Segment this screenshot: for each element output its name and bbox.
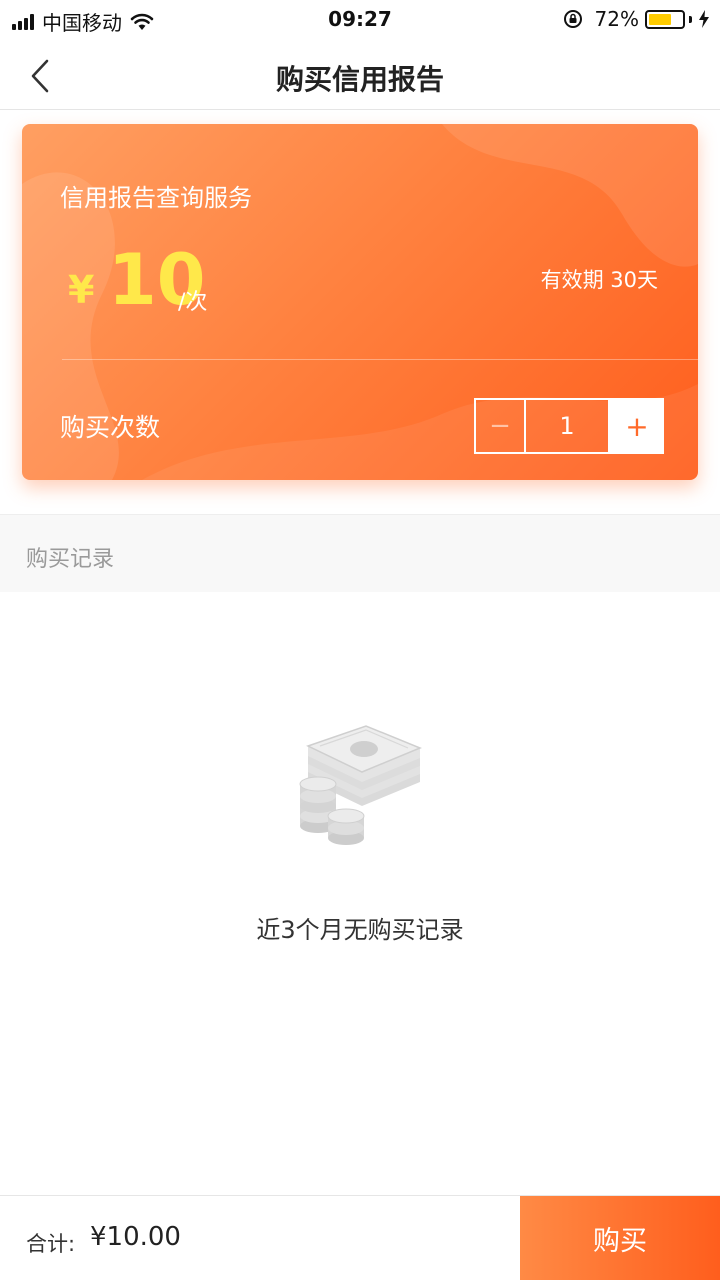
records-title: 购买记录 (26, 547, 115, 572)
service-name: 信用报告查询服务 (60, 184, 252, 212)
total-label: 合计: (26, 1232, 76, 1256)
credit-report-card: 信用报告查询服务 ¥ 10 /次 有效期 30天 购买次数 − 1 + (22, 124, 698, 480)
quantity-label: 购买次数 (60, 413, 161, 442)
validity-period: 有效期 30天 (540, 268, 658, 292)
card-divider (62, 359, 698, 360)
charging-bolt-icon (699, 10, 709, 28)
empty-records-text: 近3个月无购买记录 (256, 916, 464, 944)
screen: 中国移动 09:27 72% 购买信用报告 信用报告查询服务 ¥ 10 /次 有… (0, 0, 720, 1280)
price-unit: /次 (178, 290, 208, 315)
battery-icon (645, 9, 685, 29)
checkout-footer: 合计: ¥10.00 购买 (0, 1195, 720, 1280)
total-amount: ¥10.00 (90, 1222, 181, 1252)
minus-icon: − (489, 411, 511, 441)
quantity-stepper: − 1 + (474, 398, 664, 454)
records-header: 购买记录 (0, 514, 720, 592)
battery-percent: 72% (594, 7, 639, 31)
nav-bar: 购买信用报告 (0, 40, 720, 110)
price-currency-symbol: ¥ (68, 268, 95, 312)
money-stack-icon (299, 725, 422, 845)
status-bar: 中国移动 09:27 72% (0, 0, 720, 40)
status-right: 72% (563, 7, 710, 31)
decrease-button[interactable]: − (474, 398, 524, 454)
quantity-input[interactable]: 1 (524, 398, 610, 454)
increase-button[interactable]: + (610, 398, 664, 454)
page-title: 购买信用报告 (275, 63, 444, 96)
rotation-lock-icon (563, 10, 582, 28)
battery-cap (689, 15, 692, 23)
plus-icon: + (625, 409, 649, 443)
battery-level-fill (649, 13, 671, 25)
buy-button[interactable]: 购买 (520, 1196, 720, 1280)
